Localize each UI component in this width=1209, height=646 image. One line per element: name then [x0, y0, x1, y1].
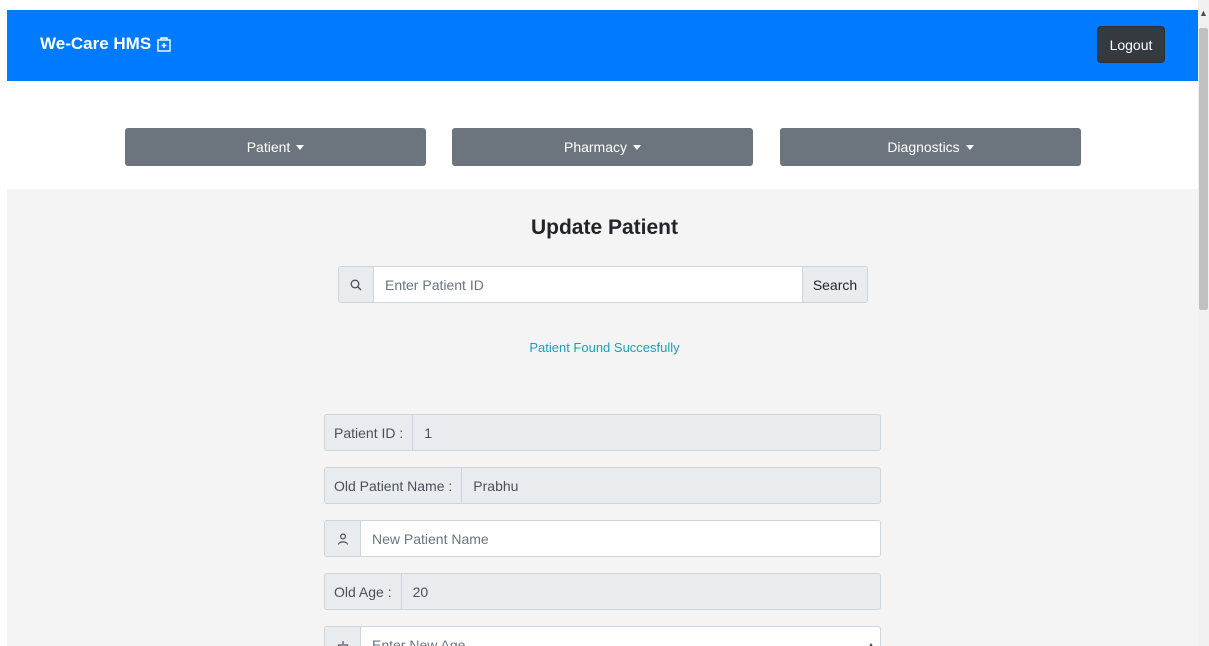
old-patient-name-value: Prabhu — [473, 477, 519, 494]
patient-dropdown-label: Patient — [246, 139, 291, 155]
old-age-label: Old Age : — [325, 574, 402, 609]
new-patient-name-input[interactable] — [361, 521, 880, 556]
pharmacy-dropdown-button[interactable]: Pharmacy — [452, 128, 753, 166]
brand[interactable]: We-Care HMS — [40, 34, 171, 54]
pharmacy-dropdown-label: Pharmacy — [563, 139, 628, 155]
page-title: Update Patient — [530, 216, 679, 239]
patient-id-label: Patient ID : — [325, 415, 414, 450]
navbar: We-Care HMS Logout — [7, 10, 1198, 81]
logout-button[interactable]: Logout — [1097, 26, 1165, 63]
search-group: Search — [338, 266, 868, 303]
scroll-up-arrow-icon[interactable]: ▲ — [1198, 8, 1209, 18]
hospital-icon — [157, 36, 171, 52]
new-age-input[interactable] — [361, 627, 862, 646]
page: We-Care HMS Logout Patient Pharmacy Diag… — [0, 0, 1209, 646]
new-age-group: ▲ — [324, 626, 881, 646]
patient-id-search-input[interactable] — [374, 267, 802, 302]
status-message: Patient Found Succesfully — [529, 340, 680, 355]
caret-down-icon — [296, 145, 305, 150]
caret-down-icon — [965, 145, 974, 150]
brand-label: We-Care HMS — [40, 34, 152, 53]
search-button[interactable]: Search — [802, 267, 867, 302]
diagnostics-dropdown-label: Diagnostics — [887, 139, 960, 155]
number-spinner-icon[interactable]: ▲ — [862, 627, 880, 646]
old-patient-name-label: Old Patient Name : — [325, 468, 463, 503]
patient-id-group: Patient ID : 1 — [324, 414, 881, 451]
caret-down-icon — [633, 145, 642, 150]
new-patient-name-group — [324, 520, 881, 557]
old-age-group: Old Age : 20 — [324, 573, 881, 610]
patient-id-value: 1 — [424, 424, 433, 441]
old-patient-name-group: Old Patient Name : Prabhu — [324, 467, 881, 504]
user-icon — [325, 521, 361, 556]
cake-icon — [325, 627, 361, 646]
vertical-scrollbar[interactable]: ▲ — [1198, 0, 1209, 646]
diagnostics-dropdown-button[interactable]: Diagnostics — [780, 128, 1081, 166]
search-icon — [339, 267, 374, 302]
scrollbar-thumb[interactable] — [1199, 28, 1208, 310]
patient-dropdown-button[interactable]: Patient — [125, 128, 426, 166]
old-age-value: 20 — [412, 583, 429, 600]
